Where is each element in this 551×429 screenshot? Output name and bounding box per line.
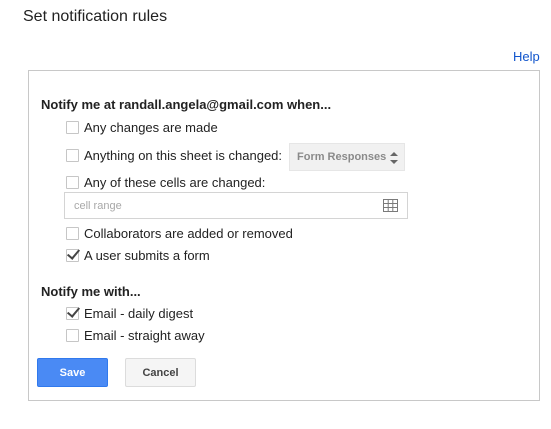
cell-range-field[interactable]	[64, 192, 408, 219]
checkbox[interactable]	[66, 175, 79, 189]
cell-range-input[interactable]	[65, 193, 374, 218]
option-sheet-changed[interactable]: Anything on this sheet is changed:	[66, 147, 282, 163]
option-label: Any changes are made	[84, 119, 218, 135]
checkbox[interactable]	[66, 120, 79, 134]
cancel-button[interactable]: Cancel	[125, 358, 196, 387]
option-form-submit[interactable]: A user submits a form	[66, 247, 210, 263]
checkbox[interactable]	[66, 328, 79, 342]
help-link[interactable]: Help	[513, 49, 540, 64]
grid-icon[interactable]	[383, 199, 398, 212]
option-collaborators[interactable]: Collaborators are added or removed	[66, 225, 293, 241]
option-straight-away[interactable]: Email - straight away	[66, 327, 205, 343]
option-label: Email - straight away	[84, 327, 205, 343]
save-button[interactable]: Save	[37, 358, 108, 387]
checkbox[interactable]	[66, 148, 79, 162]
notification-rules-panel: Notify me at randall.angela@gmail.com wh…	[28, 70, 540, 401]
option-label: A user submits a form	[84, 247, 210, 263]
notify-when-heading: Notify me at randall.angela@gmail.com wh…	[41, 97, 332, 112]
sheet-select-value: Form Responses	[297, 151, 387, 163]
option-label: Collaborators are added or removed	[84, 225, 293, 241]
checkbox[interactable]	[66, 306, 79, 320]
page-title: Set notification rules	[23, 8, 168, 25]
checkbox[interactable]	[66, 226, 79, 240]
checkbox[interactable]	[66, 248, 79, 262]
sheet-select[interactable]: Form Responses	[289, 143, 405, 171]
option-label: Anything on this sheet is changed:	[84, 147, 283, 163]
up-down-arrows-icon	[390, 152, 398, 164]
option-any-changes[interactable]: Any changes are made	[66, 119, 218, 135]
option-cells-changed[interactable]: Any of these cells are changed:	[66, 174, 265, 190]
option-label: Email - daily digest	[84, 305, 194, 321]
option-label: Any of these cells are changed:	[84, 174, 266, 190]
option-daily-digest[interactable]: Email - daily digest	[66, 305, 193, 321]
notify-with-heading: Notify me with...	[41, 284, 141, 299]
